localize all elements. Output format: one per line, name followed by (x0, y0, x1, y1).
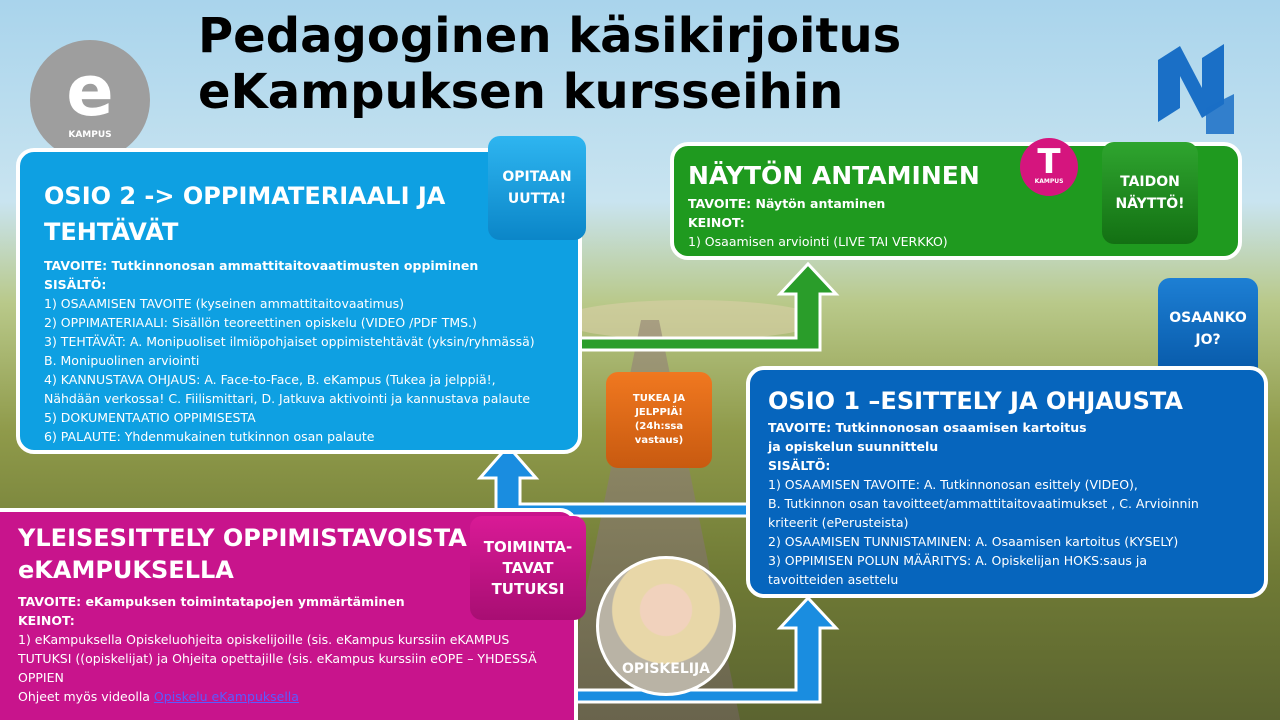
ekampus-logo-caption: KAMPUS (68, 130, 112, 140)
osio2-line: TAVOITE: Tutkinnonosan ammattitaitovaati… (44, 258, 479, 273)
osio1-line: 1) OSAAMISEN TAVOITE: A. Tutkinnonosan e… (768, 477, 1138, 492)
yleis-video-prefix: Ohjeet myös videolla (18, 689, 154, 704)
osio2-line: 4) KANNUSTAVA OHJAUS: A. Face-to-Face, B… (44, 372, 496, 387)
osio2-line: B. Monipuolinen arviointi (44, 353, 200, 368)
tkampus-logo-letter: T (1037, 142, 1061, 182)
arrow-to-naytto (572, 261, 840, 352)
osio2-line: 2) OPPIMATERIAALI: Sisällön teoreettinen… (44, 315, 477, 330)
osio1-line: kriteerit (ePerusteista) (768, 515, 909, 530)
title-line-1: Pedagoginen käsikirjoitus (198, 8, 902, 64)
taidon-naytto-tag: TAIDON NÄYTTÖ! (1102, 142, 1198, 244)
student-photo: OPISKELIJA (596, 556, 736, 696)
yleis-line: OPPIEN (18, 670, 64, 685)
tukea-line: vastaus) (634, 435, 684, 446)
osio1-line: ja opiskelun suunnittelu (768, 439, 939, 454)
osio2-heading: OSIO 2 -> OPPIMATERIAALI JA TEHTÄVÄT (44, 182, 446, 246)
osio2-line: 6) PALAUTE: Yhdenmukainen tutkinnon osan… (44, 429, 375, 444)
osio2-line: 3) TEHTÄVÄT: A. Monipuoliset ilmiöpohjai… (44, 334, 535, 349)
opitaan-uutta-tag: OPITAAN UUTTA! (488, 136, 586, 240)
osio2-line: 1) OSAAMISEN TAVOITE (kyseinen ammattita… (44, 296, 405, 311)
toimintatavat-tag: TOIMINTA-TAVAT TUTUKSI (470, 516, 586, 620)
tukea-line: JELPPIÄ! (635, 407, 683, 418)
yleis-line: TUTUKSI ((opiskelijat) ja Ohjeita opetta… (18, 651, 537, 666)
osio2-line: Nähdään verkossa! C. Fiilismittari, D. J… (44, 391, 531, 406)
osio1-box: OSIO 1 –ESITTELY JA OHJAUSTA TAVOITE: Tu… (746, 366, 1268, 598)
video-link[interactable]: Opiskelu eKampuksella (154, 689, 299, 704)
osaanko-jo-tag: OSAANKO JO? (1158, 278, 1258, 380)
osio2-line: 5) DOKUMENTAATIO OPPIMISESTA (44, 410, 256, 425)
page-title: Pedagoginen käsikirjoitus eKampuksen kur… (198, 8, 901, 120)
osio1-line: tavoitteiden asettelu (768, 572, 899, 587)
osio1-line: SISÄLTÖ: (768, 458, 831, 473)
ekampus-logo: e KAMPUS (30, 40, 150, 160)
title-line-2: eKampuksen kursseihin (198, 64, 844, 120)
tkampus-logo: T KAMPUS (1020, 138, 1078, 196)
tukea-line: TUKEA JA (632, 393, 686, 404)
osio1-line: TAVOITE: Tutkinnonosan osaamisen kartoit… (768, 420, 1087, 435)
osio1-line: B. Tutkinnon osan tavoitteet/ammattitait… (768, 496, 1199, 511)
tukea-tag: TUKEA JA JELPPIÄ! (24h:ssa vastaus) (606, 372, 712, 468)
ekampus-logo-letter: e (66, 50, 114, 132)
tkampus-logo-caption: KAMPUS (1034, 178, 1064, 185)
n-logo-icon (1158, 44, 1234, 134)
osio2-line: SISÄLTÖ: (44, 277, 107, 292)
osio1-line: 3) OPPIMISEN POLUN MÄÄRITYS: A. Opiskeli… (768, 553, 1148, 568)
student-photo-label: OPISKELIJA (621, 661, 711, 677)
osio1-heading: OSIO 1 –ESITTELY JA OHJAUSTA (768, 387, 1183, 415)
osio1-line: 2) OSAAMISEN TUNNISTAMINEN: A. Osaamisen… (768, 534, 1179, 549)
yleis-video-line: Ohjeet myös videolla Opiskelu eKampuksel… (18, 687, 574, 706)
yleis-line: 1) eKampuksella Opiskeluohjeita opiskeli… (18, 632, 510, 647)
tukea-line: (24h:ssa (634, 421, 684, 432)
